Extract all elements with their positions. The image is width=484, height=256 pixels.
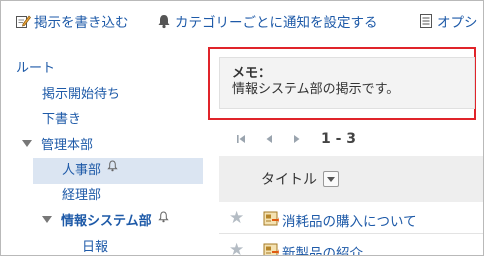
- sidebar-item-admin-dept[interactable]: 管理本部: [22, 133, 93, 153]
- sidebar-item-label: ルート: [16, 60, 56, 76]
- list-document-icon: [418, 13, 434, 29]
- sidebar-item-info-systems[interactable]: 情報システム部: [42, 209, 169, 229]
- memo-body: 情報システム部の掲示です。: [232, 82, 400, 97]
- sidebar-item-label: 下書き: [42, 111, 82, 127]
- table-header: タイトル: [219, 156, 483, 202]
- pencil-edit-icon: [15, 13, 31, 29]
- star-icon[interactable]: ★: [229, 208, 244, 228]
- sidebar-item-label: 管理本部: [41, 137, 94, 153]
- options-label: オプシ: [437, 15, 478, 31]
- memo-title: メモ：: [232, 66, 272, 81]
- star-icon[interactable]: ★: [229, 240, 244, 255]
- sidebar-item-daily-report[interactable]: 日報: [82, 235, 108, 255]
- notification-settings-label: カテゴリーごとに通知を設定する: [175, 15, 378, 31]
- sidebar-item-drafts[interactable]: 下書き: [42, 107, 81, 127]
- sidebar-item-pending[interactable]: 掲示開始待ち: [42, 82, 120, 102]
- column-header-title: タイトル: [261, 169, 339, 189]
- table-row[interactable]: ★ 消耗品の購入について: [219, 204, 483, 234]
- table-row[interactable]: ★ 新製品の紹介: [219, 236, 483, 255]
- notification-settings-button[interactable]: カテゴリーごとに通知を設定する: [156, 11, 378, 31]
- sidebar-item-label: 掲示開始待ち: [42, 86, 121, 102]
- post-title-link[interactable]: 新製品の紹介: [282, 242, 363, 255]
- page-range: 1 - 3: [321, 131, 357, 147]
- sidebar-item-label: 経理部: [62, 187, 102, 203]
- bell-icon: [156, 13, 172, 29]
- expand-triangle-icon[interactable]: [22, 139, 32, 147]
- bell-icon: [107, 160, 118, 176]
- sort-dropdown-icon[interactable]: [323, 171, 339, 187]
- memo-box: メモ： 情報システム部の掲示です。: [219, 57, 475, 109]
- toolbar: 掲示を書き込む カテゴリーごとに通知を設定する オプシ: [1, 1, 483, 39]
- column-title-label: タイトル: [261, 172, 317, 188]
- post-document-icon: [263, 211, 279, 227]
- sidebar-item-label: 人事部: [62, 162, 102, 178]
- next-page-icon[interactable]: [287, 129, 307, 149]
- write-post-button[interactable]: 掲示を書き込む: [15, 11, 129, 31]
- sidebar-item-label: 情報システム部: [61, 213, 152, 229]
- window-frame: 掲示を書き込む カテゴリーごとに通知を設定する オプシ ルート 掲示開始待ち 下…: [0, 0, 484, 256]
- sidebar-item-hr[interactable]: 人事部: [62, 158, 118, 178]
- post-title-link[interactable]: 消耗品の購入について: [282, 210, 417, 230]
- expand-triangle-icon[interactable]: [42, 215, 52, 223]
- post-document-icon: [263, 243, 279, 255]
- pagination: 1 - 3: [231, 128, 356, 150]
- sidebar-item-label: 日報: [82, 239, 109, 255]
- bell-icon: [157, 211, 169, 227]
- first-page-icon[interactable]: [231, 129, 251, 149]
- sidebar-item-accounting[interactable]: 経理部: [62, 183, 101, 203]
- sidebar-item-root[interactable]: ルート: [16, 56, 55, 76]
- write-post-label: 掲示を書き込む: [34, 15, 129, 31]
- options-button[interactable]: オプシ: [418, 11, 478, 31]
- previous-page-icon[interactable]: [259, 129, 279, 149]
